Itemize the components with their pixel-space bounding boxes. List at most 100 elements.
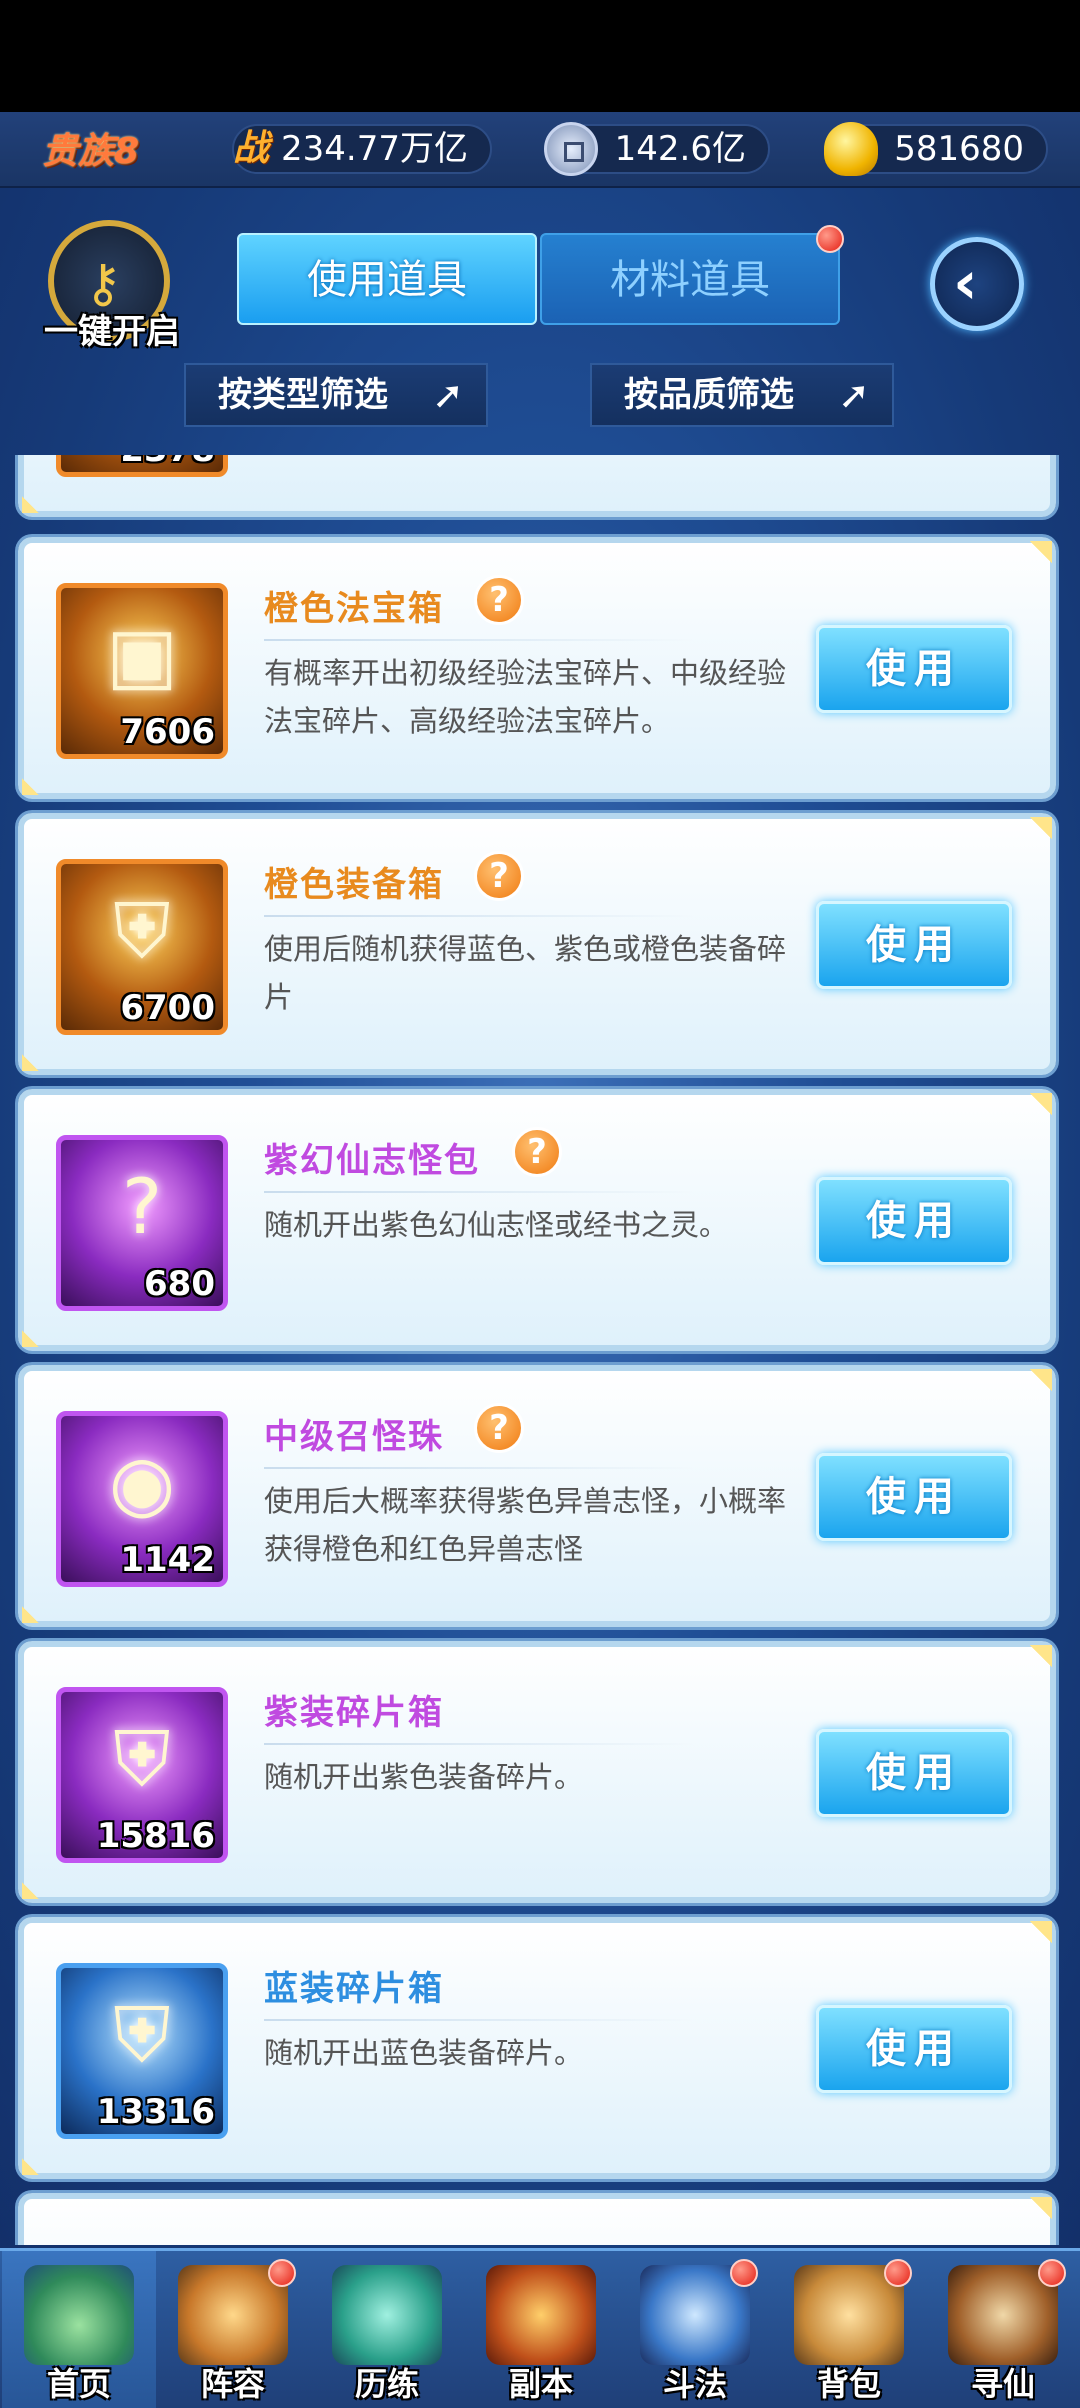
treasure-chest-glyph: ▣ — [106, 610, 178, 699]
resource-bar: 贵族8 战 234.77万亿 142.6亿 581680 — [0, 112, 1080, 188]
card-corner-decoration — [990, 1645, 1052, 1707]
equipment-box-icon[interactable]: ⛨ 6700 — [56, 859, 228, 1035]
home-icon — [24, 2265, 134, 2365]
divider — [264, 639, 694, 641]
nav-label: 历练 — [354, 2365, 419, 2403]
arrow-icon: ➚ — [432, 373, 464, 417]
silver-coin-icon — [544, 122, 598, 176]
nav-dungeon[interactable]: 副本 — [464, 2251, 618, 2408]
use-button[interactable]: 使用 — [816, 1729, 1012, 1817]
purple-fragment-box-icon[interactable]: ⛨ 15816 — [56, 1687, 228, 1863]
item-list[interactable]: 2378 ▣ 7606 橙色法宝箱 ? 有概率开出初级经验法宝碎片、中级经验法宝… — [0, 455, 1080, 2245]
armor-chest-glyph: ⛨ — [113, 1714, 171, 1803]
item-count: 1142 — [120, 1540, 215, 1580]
use-button[interactable]: 使用 — [816, 1453, 1012, 1541]
item-card-partial — [18, 2193, 1056, 2245]
help-icon[interactable]: ? — [512, 1127, 562, 1177]
one-key-open-button[interactable]: ⚷ 一键开启 — [38, 220, 180, 360]
card-corner-decoration — [990, 2197, 1052, 2245]
tab-material-items[interactable]: 材料道具 — [540, 225, 844, 325]
item-description: 随机开出紫色幻仙志怪或经书之灵。 — [264, 1208, 729, 1242]
one-key-open-label: 一键开启 — [44, 312, 180, 352]
item-name: 紫装碎片箱 — [264, 1693, 444, 1733]
item-description: 使用后大概率获得紫色异兽志怪，小概率获得橙色和红色异兽志怪 — [264, 1484, 787, 1566]
nav-label: 背包 — [816, 2365, 881, 2403]
arrow-icon: ➚ — [838, 373, 870, 417]
nav-label: 首页 — [46, 2365, 111, 2403]
item-name: 蓝装碎片箱 — [264, 1969, 444, 2009]
item-description: 随机开出紫色装备碎片。 — [264, 1760, 584, 1794]
nav-battle[interactable]: 斗法 — [618, 2251, 772, 2408]
status-bar — [0, 0, 1080, 112]
filter-by-quality-button[interactable]: 按品质筛选 ➚ — [590, 363, 894, 427]
game-screen: 贵族8 战 234.77万亿 142.6亿 581680 ⚷ 一键开启 使用道具… — [0, 0, 1080, 2408]
card-corner-decoration — [990, 1369, 1052, 1431]
item-card: ⛨ 6700 橙色装备箱 ? 使用后随机获得蓝色、紫色或橙色装备碎片 使用 — [18, 813, 1056, 1075]
filter-by-quality-label: 按品质筛选 — [624, 375, 794, 415]
dungeon-gate-icon — [486, 2265, 596, 2365]
item-count: 7606 — [120, 712, 215, 752]
item-name: 橙色装备箱 — [264, 865, 444, 905]
divider — [264, 1467, 694, 1469]
card-corner-decoration — [990, 1093, 1052, 1155]
nav-label: 斗法 — [662, 2365, 727, 2403]
notification-dot — [730, 2259, 758, 2287]
notification-dot — [884, 2259, 912, 2287]
summon-orb-icon[interactable]: ◉ 1142 — [56, 1411, 228, 1587]
notification-dot — [1038, 2259, 1066, 2287]
nav-home[interactable]: 首页 — [2, 2251, 156, 2408]
item-icon[interactable]: 2378 — [56, 455, 228, 477]
use-button[interactable]: 使用 — [816, 1177, 1012, 1265]
item-count: 6700 — [120, 988, 215, 1028]
use-button[interactable]: 使用 — [816, 625, 1012, 713]
nav-label: 寻仙 — [970, 2365, 1035, 2403]
item-card: ⛨ 15816 紫装碎片箱 随机开出紫色装备碎片。 使用 — [18, 1641, 1056, 1903]
back-button[interactable]: ‹ — [930, 237, 1024, 331]
summon-orb-glyph: ◉ — [108, 1438, 176, 1527]
gold-ingot-icon — [824, 122, 878, 176]
training-icon — [332, 2265, 442, 2365]
item-description: 随机开出蓝色装备碎片。 — [264, 2036, 584, 2070]
treasure-box-icon[interactable]: ▣ 7606 — [56, 583, 228, 759]
blue-fragment-box-icon[interactable]: ⛨ 13316 — [56, 1963, 228, 2139]
card-corner-decoration — [990, 541, 1052, 603]
battle-power-icon: 战 — [232, 128, 269, 169]
armor-chest-glyph: ⛨ — [113, 1990, 171, 2079]
help-icon[interactable]: ? — [474, 575, 524, 625]
noble-rank[interactable]: 贵族8 — [42, 122, 139, 174]
help-icon[interactable]: ? — [474, 851, 524, 901]
item-card-partial: 2378 — [18, 455, 1056, 517]
divider — [264, 2019, 694, 2021]
tab-use-items[interactable]: 使用道具 — [237, 233, 537, 325]
divider — [264, 915, 694, 917]
gold-display: 581680 — [824, 122, 1048, 176]
nav-training[interactable]: 历练 — [310, 2251, 464, 2408]
item-name: 紫幻仙志怪包 — [264, 1141, 480, 1181]
nav-backpack[interactable]: 背包 — [772, 2251, 926, 2408]
divider — [264, 1191, 694, 1193]
back-arrow-icon: ‹ — [953, 248, 978, 318]
filter-by-type-button[interactable]: 按类型筛选 ➚ — [184, 363, 488, 427]
item-count: 13316 — [96, 2092, 215, 2132]
gold-value: 581680 — [894, 129, 1024, 169]
use-button[interactable]: 使用 — [816, 2005, 1012, 2093]
notification-dot — [816, 225, 844, 253]
item-count: 15816 — [96, 1816, 215, 1856]
card-corner-decoration — [990, 817, 1052, 879]
mystery-pack-icon[interactable]: ? 680 — [56, 1135, 228, 1311]
nav-lineup[interactable]: 阵容 — [156, 2251, 310, 2408]
item-description: 使用后随机获得蓝色、紫色或橙色装备碎片 — [264, 932, 787, 1014]
item-card: ? 680 紫幻仙志怪包 ? 随机开出紫色幻仙志怪或经书之灵。 使用 — [18, 1089, 1056, 1351]
use-button[interactable]: 使用 — [816, 901, 1012, 989]
question-orb-glyph: ? — [121, 1162, 163, 1251]
item-name: 橙色法宝箱 — [264, 589, 444, 629]
item-card: ⛨ 13316 蓝装碎片箱 随机开出蓝色装备碎片。 使用 — [18, 1917, 1056, 2179]
nav-seek-immortal[interactable]: 寻仙 — [926, 2251, 1080, 2408]
divider — [264, 1743, 694, 1745]
armor-chest-glyph: ⛨ — [113, 886, 171, 975]
item-description: 有概率开出初级经验法宝碎片、中级经验法宝碎片、高级经验法宝碎片。 — [264, 656, 787, 738]
item-name: 中级召怪珠 — [264, 1417, 444, 1457]
help-icon[interactable]: ? — [474, 1403, 524, 1453]
tab-material-label: 材料道具 — [610, 257, 770, 303]
nav-label: 阵容 — [200, 2365, 265, 2403]
